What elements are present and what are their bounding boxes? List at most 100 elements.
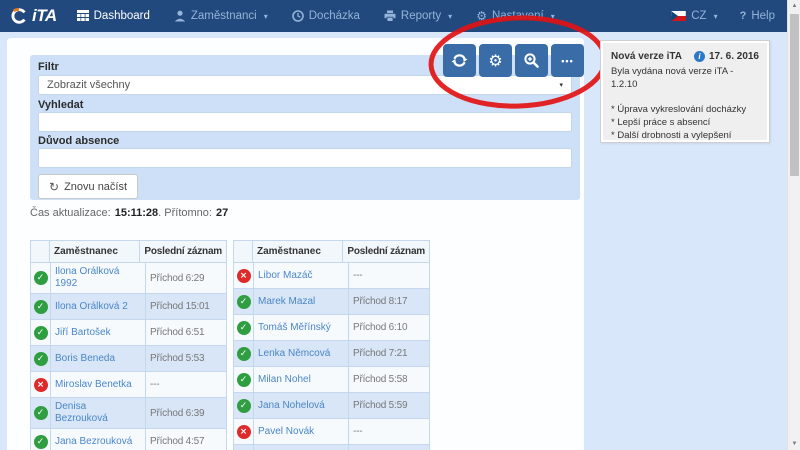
top-navbar: iTA Dashboard Zaměstnanci ▾ Docházka (0, 0, 787, 32)
table-row: ×Pavel Novák--- (234, 418, 429, 444)
czech-flag-icon (671, 11, 686, 21)
vertical-scrollbar[interactable]: ▲ ▼ (787, 0, 800, 450)
employee-link[interactable]: Tomáš Měřínský (258, 322, 331, 334)
present-count: 27 (216, 207, 228, 219)
status-present-icon: ✓ (34, 352, 48, 366)
chevron-down-icon: ▾ (264, 12, 268, 21)
last-record: Příchod 6:10 (349, 315, 429, 340)
last-record: Odchod 13:27 (349, 445, 429, 450)
last-record: Příchod 5:58 (349, 367, 429, 392)
more-ellipsis-icon: ••• (561, 56, 573, 66)
table-row: ✓ Jiří Bartošek Příchod 6:51 (31, 319, 226, 345)
employee-link[interactable]: Libor Mazáč (258, 270, 312, 282)
last-record: Příchod 6:51 (146, 320, 226, 345)
notification-note: * Další drobnosti a vylepšení (611, 129, 759, 142)
employee-column-header: Zaměstnanec (50, 241, 140, 262)
nav-item-nastaveni[interactable]: ⚙ Nastavení ▾ (476, 10, 555, 22)
table-row: ✓Marek MazalPříchod 8:17 (234, 288, 429, 314)
employee-link[interactable]: Marek Mazal (258, 296, 315, 308)
navbar-right: CZ ▾ ? Help (671, 10, 775, 22)
question-icon: ? (740, 10, 747, 22)
employee-link[interactable]: Ilona Orálková 1992 (55, 266, 141, 290)
last-record-column-header: Poslední záznam (140, 241, 226, 262)
search-input[interactable] (38, 112, 572, 132)
printer-icon (384, 10, 396, 22)
status-column-header (234, 241, 253, 262)
status-column-header (31, 241, 50, 262)
nav-label: Nastavení (492, 10, 544, 22)
employee-link[interactable]: Jana Bezrouková (55, 436, 132, 448)
status-present-icon: ✓ (34, 326, 48, 340)
table-header: Zaměstnanec Poslední záznam (31, 241, 226, 262)
table-row: ✓Jana BezroukováPříchod 4:57 (31, 428, 226, 450)
status-present-icon: ✓ (237, 321, 251, 335)
notification-note: * Lepší práce s absencí (611, 116, 759, 129)
last-record: Příchod 15:01 (146, 294, 226, 319)
help-label: Help (751, 10, 775, 22)
last-record: --- (349, 419, 429, 444)
scroll-down-arrow-icon[interactable]: ▼ (788, 441, 800, 447)
scroll-up-arrow-icon[interactable]: ▲ (788, 3, 800, 9)
employee-link[interactable]: Milan Nohel (258, 374, 311, 386)
refresh-icon: ↻ (49, 181, 59, 193)
present-label: . Přítomno: (158, 207, 212, 219)
more-options-button[interactable]: ••• (551, 44, 584, 77)
table-row: ✓ Tomáš Měřínský Příchod 6:10 (234, 314, 429, 340)
table-row: Blanka NovákováOdchod 13:27 (234, 444, 429, 450)
clock-icon (292, 10, 304, 22)
app-logo[interactable]: iTA (10, 6, 57, 26)
employee-link[interactable]: Ilona Orálková 2 (55, 301, 128, 313)
employee-link[interactable]: Pavel Novák (258, 426, 314, 438)
last-record: --- (349, 263, 429, 288)
nav-item-zamestnanci[interactable]: Zaměstnanci ▾ (174, 10, 268, 22)
help-button[interactable]: ? Help (740, 10, 775, 22)
settings-button[interactable]: ⚙ (479, 44, 512, 77)
filter-select-value: Zobrazit všechny (47, 79, 130, 91)
grid-icon (77, 10, 89, 22)
table-row: ✓Ilona Orálková 2Příchod 15:01 (31, 293, 226, 319)
last-record: Příchod 7:21 (349, 341, 429, 366)
last-record: Příchod 5:59 (349, 393, 429, 418)
nav-item-reporty[interactable]: Reporty ▾ (384, 10, 452, 22)
employee-link[interactable]: Denisa Bezrouková (55, 401, 141, 425)
zoom-in-button[interactable] (515, 44, 548, 77)
last-record: --- (146, 372, 226, 397)
employee-link[interactable]: Jana Nohelová (258, 400, 325, 412)
language-switcher[interactable]: CZ ▾ (671, 10, 717, 22)
status-present-icon: ✓ (34, 271, 48, 285)
last-record: Příchod 6:29 (146, 263, 226, 293)
status-present-icon: ✓ (34, 406, 48, 420)
reload-button-label: Znovu načíst (64, 181, 127, 193)
scrollbar-thumb[interactable] (790, 14, 799, 176)
table-row: ✓ Milan Nohel Příchod 5:58 (234, 366, 429, 392)
gear-icon: ⚙ (476, 10, 487, 22)
nav-label: Docházka (309, 10, 360, 22)
employee-table-left: Zaměstnanec Poslední záznam ✓ Ilona Orálk… (30, 240, 227, 450)
notification-panel: Nová verze iTA i 17. 6. 2016 Byla vydána… (600, 40, 770, 143)
chevron-down-icon: ▾ (551, 12, 555, 21)
chevron-down-icon: ▾ (448, 12, 452, 21)
absence-reason-input[interactable] (38, 148, 572, 168)
select-caret-icon: ▾ (559, 81, 563, 89)
table-row: × Libor Mazáč --- (234, 262, 429, 288)
refresh-button[interactable] (443, 44, 476, 77)
employee-link[interactable]: Jiří Bartošek (55, 327, 111, 339)
last-record-column-header: Poslední záznam (343, 241, 429, 262)
status-present-icon: ✓ (237, 373, 251, 387)
nav-item-dochazka[interactable]: Docházka (292, 10, 360, 22)
nav-label: Reporty (401, 10, 441, 22)
employee-link[interactable]: Miroslav Benetka (55, 379, 132, 391)
logo-text: iTA (32, 6, 57, 26)
notification-body: Byla vydána nová verze iTA - 1.2.10 (611, 65, 759, 91)
nav-item-dashboard[interactable]: Dashboard (77, 10, 150, 22)
table-row: ×Miroslav Benetka--- (31, 371, 226, 397)
employee-column-header: Zaměstnanec (253, 241, 343, 262)
filter-label: Filtr (38, 61, 59, 73)
reload-button[interactable]: ↻ Znovu načíst (38, 174, 138, 199)
status-absent-icon: × (237, 269, 251, 283)
last-record: Příchod 4:57 (146, 429, 226, 450)
table-row: ✓Jana NohelováPříchod 5:59 (234, 392, 429, 418)
filter-select[interactable]: Zobrazit všechny ▾ (38, 75, 572, 95)
employee-link[interactable]: Boris Beneda (55, 353, 115, 365)
employee-link[interactable]: Lenka Němcová (258, 348, 330, 360)
